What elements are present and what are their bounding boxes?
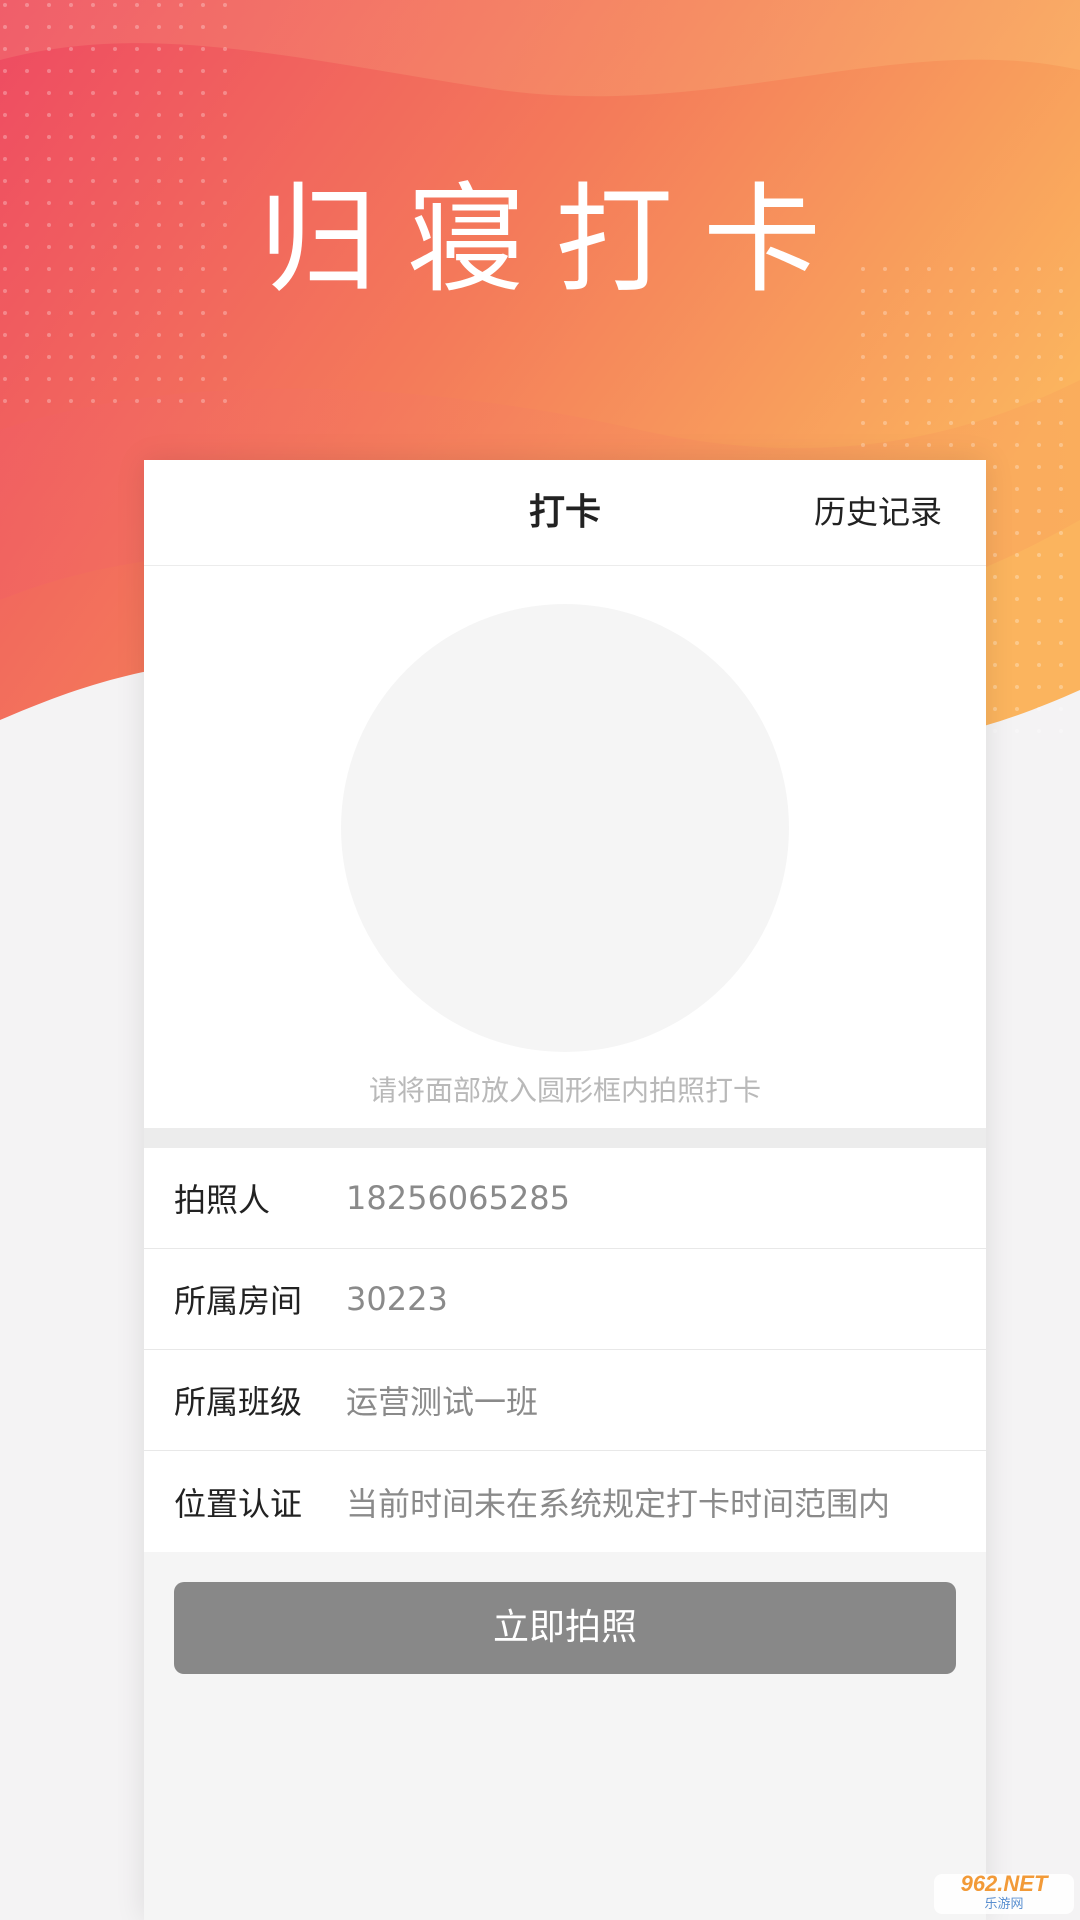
site-watermark: 962.NET 乐游网 [934,1871,1074,1914]
photographer-value: 18256065285 [346,1179,570,1217]
checkin-card: 打卡 历史记录 请将面部放入圆形框内拍照打卡 拍照人 18256065285 所… [144,460,986,1920]
history-records-link[interactable]: 历史记录 [814,460,942,565]
face-hint-text: 请将面部放入圆形框内拍照打卡 [368,1074,761,1107]
take-photo-button[interactable]: 立即拍照 [174,1582,956,1674]
class-value: 运营测试一班 [346,1383,539,1421]
watermark-logo: 962.NET [960,1871,1048,1896]
room-label: 所属房间 [174,1282,303,1320]
room-value: 30223 [346,1280,448,1318]
info-row-room: 所属房间 30223 [144,1249,986,1350]
watermark-subtext: 乐游网 [984,1896,1024,1911]
info-row-photographer: 拍照人 18256065285 [144,1148,986,1249]
page-title: 归寝打卡 [258,171,851,309]
class-label: 所属班级 [174,1383,303,1421]
face-frame-circle[interactable] [341,604,789,1052]
card-header: 打卡 历史记录 [144,460,986,566]
photographer-label: 拍照人 [174,1181,271,1219]
photo-capture-area: 请将面部放入圆形框内拍照打卡 [144,566,986,1128]
info-row-location: 位置认证 当前时间未在系统规定打卡时间范围内 [144,1451,986,1552]
location-value: 当前时间未在系统规定打卡时间范围内 [346,1484,891,1523]
location-label: 位置认证 [174,1484,303,1523]
section-divider [144,1128,986,1148]
info-row-class: 所属班级 运营测试一班 [144,1350,986,1451]
action-area: 立即拍照 [144,1552,986,1674]
